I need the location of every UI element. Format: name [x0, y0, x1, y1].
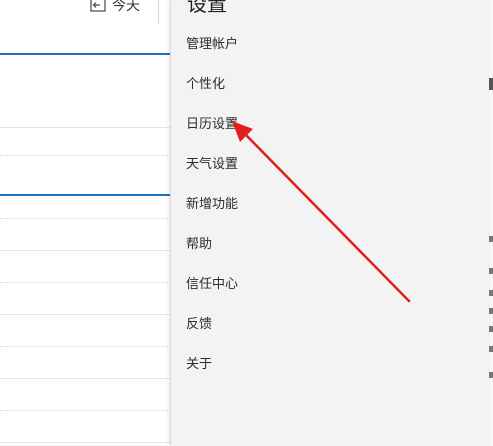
settings-title: 设置: [187, 0, 227, 16]
menu-item-feedback[interactable]: 反馈: [186, 311, 476, 339]
background-window-fragment: [489, 326, 493, 332]
grid-line: [0, 378, 170, 379]
today-button[interactable]: 今天: [90, 0, 140, 16]
calendar-background: 今天: [0, 0, 170, 446]
background-window-fragment: [489, 78, 493, 90]
grid-line: [0, 218, 170, 219]
grid-line: [0, 282, 170, 283]
today-label: 今天: [112, 0, 140, 14]
accent-divider: [0, 53, 170, 55]
menu-item-manage-accounts[interactable]: 管理帐户: [186, 31, 476, 59]
current-time-line: [0, 194, 170, 196]
menu-item-personalization[interactable]: 个性化: [186, 71, 476, 99]
menu-item-help[interactable]: 帮助: [186, 231, 476, 259]
background-window-fragment: [489, 290, 493, 296]
menu-item-whats-new[interactable]: 新增功能: [186, 191, 476, 219]
grid-line: [0, 155, 170, 156]
background-window-fragment: [489, 308, 493, 314]
settings-panel: 设置 管理帐户 个性化 日历设置 天气设置 新增功能 帮助 信任中心 反馈 关于: [170, 0, 491, 446]
background-window-fragment: [489, 346, 493, 352]
grid-line: [0, 346, 170, 347]
background-window-fragment: [489, 268, 493, 274]
grid-line: [0, 314, 170, 315]
background-window-fragment: [489, 236, 493, 242]
menu-item-calendar-settings[interactable]: 日历设置: [186, 111, 476, 139]
menu-item-about[interactable]: 关于: [186, 351, 476, 379]
grid-line: [0, 127, 170, 128]
menu-item-trust-center[interactable]: 信任中心: [186, 271, 476, 299]
grid-line: [0, 410, 170, 411]
grid-line: [0, 442, 170, 443]
background-window-fragment: [489, 372, 493, 378]
grid-line: [0, 250, 170, 251]
toolbar-divider: [158, 0, 159, 24]
calendar-today-icon: [90, 0, 106, 12]
menu-item-weather-settings[interactable]: 天气设置: [186, 151, 476, 179]
